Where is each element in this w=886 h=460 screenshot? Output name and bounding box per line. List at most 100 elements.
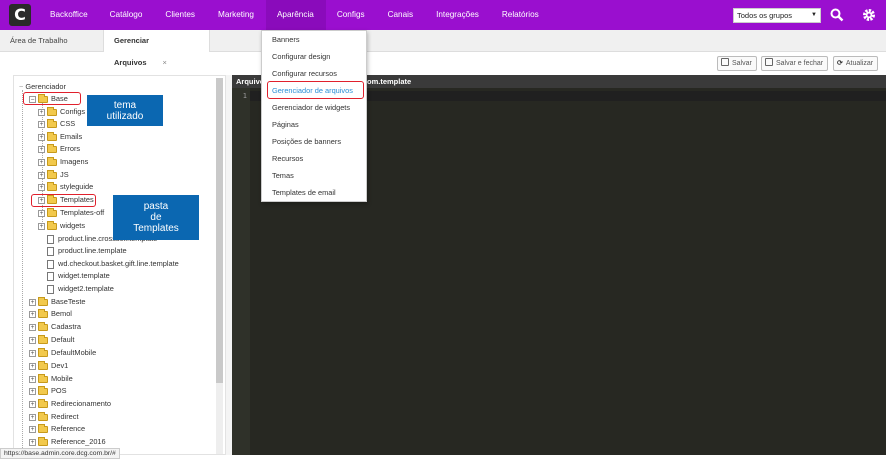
gear-icon[interactable]: [861, 7, 877, 23]
nav-aparencia[interactable]: Aparência: [265, 0, 326, 30]
highlight-box-base: [23, 92, 81, 105]
expand-icon[interactable]: +: [29, 438, 36, 446]
file-icon: [47, 234, 54, 244]
save-close-label: Salvar e fechar: [776, 60, 824, 67]
expand-icon[interactable]: +: [29, 375, 36, 383]
folder-icon: [47, 131, 57, 141]
save-close-button[interactable]: Salvar e fechar: [761, 56, 829, 71]
tree-folder[interactable]: + POS: [29, 385, 67, 397]
expand-icon[interactable]: +: [38, 108, 45, 116]
save-icon: [765, 58, 773, 66]
expand-icon[interactable]: +: [29, 400, 36, 408]
tree-folder[interactable]: + widgets: [38, 220, 85, 232]
tree-folder[interactable]: + Emails: [38, 131, 82, 143]
expand-icon[interactable]: +: [29, 362, 36, 370]
expand-icon[interactable]: +: [29, 425, 36, 433]
expand-icon[interactable]: +: [29, 310, 36, 318]
tree-label: Bemol: [51, 309, 72, 318]
expand-icon[interactable]: +: [38, 183, 45, 191]
expand-icon[interactable]: +: [29, 323, 36, 331]
tree-folder[interactable]: + Errors: [38, 143, 80, 155]
tree-file[interactable]: product.line.template: [47, 245, 127, 257]
tree-folder[interactable]: + Configs: [38, 106, 85, 118]
nav-catalogo[interactable]: Catálogo: [99, 0, 155, 30]
tree-label: Emails: [60, 132, 83, 141]
file-icon: [47, 246, 54, 256]
line-gutter: 1: [232, 88, 250, 455]
folder-icon: [38, 334, 48, 344]
tree-folder[interactable]: + Redirect: [29, 411, 79, 423]
menu-item-gerenciador-de-widgets[interactable]: Gerenciador de widgets: [262, 99, 366, 116]
menu-item-configurar-recursos[interactable]: Configurar recursos: [262, 65, 366, 82]
folder-icon: [47, 106, 57, 116]
group-select[interactable]: Todos os grupos ▼: [733, 8, 821, 23]
tree-folder[interactable]: + Dev1: [29, 360, 68, 372]
close-icon[interactable]: ×: [163, 58, 167, 67]
tab-bar: Área de Trabalho Gerenciar Arquivos ×: [0, 30, 886, 67]
nav-clientes[interactable]: Clientes: [154, 0, 207, 30]
tree-folder[interactable]: + Default: [29, 334, 74, 346]
nav-marketing[interactable]: Marketing: [207, 0, 266, 30]
menu-item-templates-de-email[interactable]: Templates de email: [262, 184, 366, 201]
tree-scrollbar-thumb[interactable]: [216, 78, 223, 383]
tree-label: Templates-off: [60, 208, 105, 217]
tree-folder[interactable]: + Mobile: [29, 373, 73, 385]
tree-folder[interactable]: + CSS: [38, 118, 75, 130]
tree-label: Default: [51, 335, 75, 344]
tree-folder[interactable]: + styleguide: [38, 181, 93, 193]
folder-icon: [38, 398, 48, 408]
menu-item-configurar-design[interactable]: Configurar design: [262, 48, 366, 65]
nav-backoffice[interactable]: Backoffice: [44, 0, 99, 30]
top-navbar: C Backoffice Catálogo Clientes Marketing…: [0, 0, 886, 30]
expand-icon[interactable]: +: [38, 133, 45, 141]
expand-icon[interactable]: +: [38, 171, 45, 179]
chevron-down-icon: ▼: [811, 12, 817, 18]
nav-integracoes[interactable]: Integrações: [425, 0, 491, 30]
expand-icon[interactable]: +: [29, 336, 36, 344]
tab-label: Área de Trabalho: [10, 36, 68, 45]
expand-icon[interactable]: +: [29, 349, 36, 357]
refresh-button[interactable]: ⟳ Atualizar: [833, 56, 879, 71]
tree-folder[interactable]: + Bemol: [29, 308, 72, 320]
tree-file[interactable]: wd.checkout.basket.gift.line.template: [47, 258, 179, 270]
tree-folder[interactable]: + Reference: [29, 423, 85, 435]
tree-label: Configs: [60, 107, 86, 116]
expand-icon[interactable]: +: [29, 298, 36, 306]
menu-item-posicoes-de-banners[interactable]: Posições de banners: [262, 133, 366, 150]
expand-icon[interactable]: +: [29, 387, 36, 395]
expand-icon[interactable]: +: [29, 413, 36, 421]
save-button[interactable]: Salvar: [717, 56, 757, 71]
tree-file[interactable]: widget2.template: [47, 283, 114, 295]
tab-area-de-trabalho[interactable]: Área de Trabalho: [0, 30, 78, 52]
menu-item-recursos[interactable]: Recursos: [262, 150, 366, 167]
tree-folder[interactable]: + DefaultMobile: [29, 347, 96, 359]
app-logo[interactable]: C: [9, 4, 31, 26]
expand-icon[interactable]: +: [38, 145, 45, 153]
tree-folder[interactable]: + Reference_2016: [29, 436, 106, 448]
tree-file[interactable]: widget.template: [47, 270, 110, 282]
tab-gerenciar-arquivos[interactable]: Gerenciar Arquivos ×: [103, 30, 210, 67]
expand-icon[interactable]: +: [38, 120, 45, 128]
expand-icon[interactable]: +: [38, 209, 45, 217]
logo-letter: C: [14, 5, 26, 24]
tree-label: Mobile: [51, 374, 73, 383]
nav-relatorios[interactable]: Relatórios: [491, 0, 551, 30]
tree-folder[interactable]: + Templates-off: [38, 207, 104, 219]
refresh-icon: ⟳: [837, 60, 843, 67]
tree-label: Reference_2016: [51, 437, 106, 446]
nav-configs[interactable]: Configs: [326, 0, 377, 30]
highlight-box-gerenciador: [267, 81, 364, 99]
tree-folder[interactable]: + Imagens: [38, 156, 88, 168]
nav-canais[interactable]: Canais: [377, 0, 426, 30]
tree-folder[interactable]: + JS: [38, 169, 69, 181]
tree-folder[interactable]: + Redirecionamento: [29, 398, 111, 410]
search-icon[interactable]: [829, 7, 845, 23]
tree-folder[interactable]: + Cadastra: [29, 321, 81, 333]
menu-item-temas[interactable]: Temas: [262, 167, 366, 184]
expand-icon[interactable]: +: [38, 222, 45, 230]
menu-item-paginas[interactable]: Páginas: [262, 116, 366, 133]
file-icon: [47, 259, 54, 269]
expand-icon[interactable]: +: [38, 158, 45, 166]
menu-item-banners[interactable]: Banners: [262, 31, 366, 48]
tree-folder[interactable]: + BaseTeste: [29, 296, 86, 308]
